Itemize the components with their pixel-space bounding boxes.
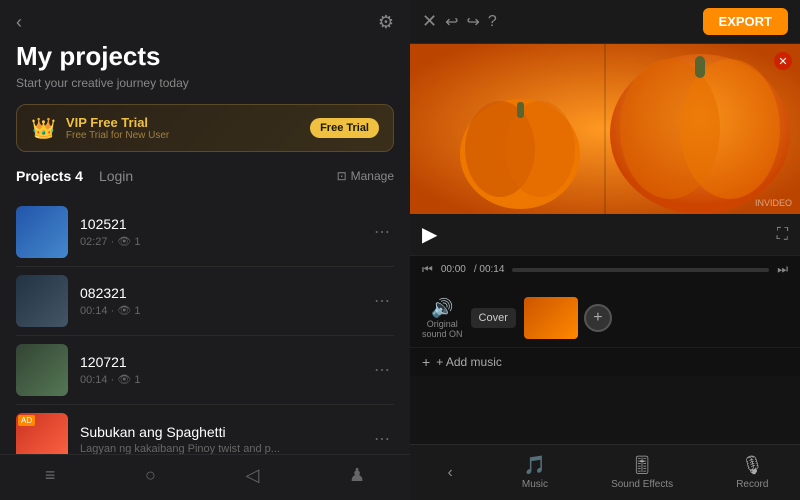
manage-label: Manage: [351, 169, 394, 183]
manage-button[interactable]: ⊡ Manage: [337, 169, 394, 183]
timeline-ruler: ⏮ 00:00 / 00:14 ⏭: [422, 262, 788, 277]
vip-subtitle: Free Trial for New User: [66, 130, 310, 141]
project-info: 120721 00:14 · 👁 1: [80, 354, 370, 386]
chevron-left-button[interactable]: ‹: [442, 464, 459, 482]
sound-effects-label: Sound Effects: [611, 479, 673, 490]
vip-banner[interactable]: 👑 VIP Free Trial Free Trial for New User…: [16, 104, 394, 152]
error-badge: ✕: [774, 52, 792, 70]
project-item[interactable]: 082321 00:14 · 👁 1 ⋯: [16, 267, 394, 336]
manage-icon: ⊡: [337, 169, 347, 183]
page-title: My projects: [16, 41, 394, 72]
sound-effects-icon: 🎚: [631, 455, 654, 476]
music-icon: 🎵: [524, 455, 546, 476]
transport-bar: ▶ ⛶: [410, 214, 800, 255]
projects-bar: Projects 4 Login ⊡ Manage: [16, 168, 394, 184]
ad-badge: AD: [18, 415, 35, 426]
record-icon: 🎙: [741, 455, 764, 476]
project-name: 120721: [80, 354, 370, 370]
right-header: ✕ ↩ ↪ ? EXPORT: [410, 0, 800, 44]
add-clip-button[interactable]: +: [584, 304, 612, 332]
project-meta: 00:14 · 👁 1: [80, 373, 370, 386]
sound-label: Originalsound ON: [422, 319, 463, 339]
sound-row: 🔊 Originalsound ON Cover +: [410, 289, 800, 347]
project-more-button[interactable]: ⋯: [370, 425, 394, 453]
cover-button[interactable]: Cover: [471, 308, 516, 328]
nav-menu-icon[interactable]: ≡: [45, 465, 56, 486]
music-tool[interactable]: 🎵 Music: [522, 455, 548, 490]
vip-crown-icon: 👑: [31, 116, 56, 141]
project-name: 082321: [80, 285, 370, 301]
project-info: Subukan ang Spaghetti Lagyan ng kakaiban…: [80, 424, 370, 455]
project-thumbnail: AD: [16, 413, 68, 454]
vip-free-trial-button[interactable]: Free Trial: [310, 118, 379, 138]
project-meta: 02:27 · 👁 1: [80, 235, 370, 248]
project-desc: Lagyan ng kakaibang Pinoy twist and p...: [80, 443, 280, 455]
sound-effects-tool[interactable]: 🎚 Sound Effects: [611, 455, 673, 490]
project-more-button[interactable]: ⋯: [370, 218, 394, 246]
help-button[interactable]: ?: [488, 13, 497, 31]
project-info: 082321 00:14 · 👁 1: [80, 285, 370, 317]
original-sound-block[interactable]: 🔊 Originalsound ON: [422, 298, 463, 339]
skip-back-icon[interactable]: ⏮: [422, 262, 433, 277]
record-tool[interactable]: 🎙 Record: [736, 455, 768, 490]
project-thumbnail: [16, 344, 68, 396]
timeline-bar[interactable]: [512, 268, 769, 272]
clip-row: +: [524, 297, 788, 339]
left-panel: ‹ ⚙ My projects Start your creative jour…: [0, 0, 410, 500]
project-thumbnail: [16, 206, 68, 258]
bottom-tools: ‹ 🎵 Music 🎚 Sound Effects 🎙 Record: [410, 444, 800, 500]
projects-count: Projects 4: [16, 168, 83, 184]
video-clip[interactable]: [524, 297, 578, 339]
add-music-plus-icon: +: [422, 354, 430, 370]
skip-forward-icon[interactable]: ⏭: [777, 262, 788, 277]
play-button[interactable]: ▶: [422, 222, 437, 247]
vip-text: VIP Free Trial Free Trial for New User: [66, 115, 310, 141]
nav-profile-icon[interactable]: ♟: [349, 465, 365, 486]
export-button[interactable]: EXPORT: [703, 8, 788, 35]
login-button[interactable]: Login: [99, 168, 133, 184]
time-current: 00:00: [441, 264, 466, 275]
preview-image: [410, 44, 800, 214]
vip-title: VIP Free Trial: [66, 115, 310, 130]
right-panel: ✕ ↩ ↪ ? EXPORT: [410, 0, 800, 500]
project-name: 102521: [80, 216, 370, 232]
record-label: Record: [736, 479, 768, 490]
close-button[interactable]: ✕: [422, 11, 437, 32]
music-label: Music: [522, 479, 548, 490]
project-item[interactable]: 120721 00:14 · 👁 1 ⋯: [16, 336, 394, 405]
project-more-button[interactable]: ⋯: [370, 287, 394, 315]
project-name: Subukan ang Spaghetti: [80, 424, 370, 440]
redo-button[interactable]: ↪: [467, 12, 480, 32]
time-total: / 00:14: [474, 264, 505, 275]
undo-button[interactable]: ↩: [445, 12, 458, 32]
left-header: ‹ ⚙: [0, 0, 410, 41]
left-content: My projects Start your creative journey …: [0, 41, 410, 454]
bottom-nav: ≡ ○ ◁ ♟: [0, 454, 410, 500]
project-item[interactable]: AD Subukan ang Spaghetti Lagyan ng kakai…: [16, 405, 394, 454]
watermark: INVIDEO: [755, 198, 792, 208]
add-music-label: + Add music: [436, 355, 502, 369]
project-meta: 00:14 · 👁 1: [80, 304, 370, 317]
video-preview: ✕ INVIDEO: [410, 44, 800, 214]
sound-icon: 🔊: [431, 298, 453, 319]
fullscreen-button[interactable]: ⛶: [777, 226, 788, 244]
nav-back-icon[interactable]: ◁: [246, 465, 260, 486]
settings-icon[interactable]: ⚙: [378, 12, 394, 33]
project-more-button[interactable]: ⋯: [370, 356, 394, 384]
nav-home-icon[interactable]: ○: [145, 465, 156, 486]
add-music-row[interactable]: + + Add music: [410, 347, 800, 376]
timeline-area: ⏮ 00:00 / 00:14 ⏭: [410, 255, 800, 289]
back-button[interactable]: ‹: [16, 12, 22, 33]
project-thumbnail: [16, 275, 68, 327]
project-info: 102521 02:27 · 👁 1: [80, 216, 370, 248]
project-item[interactable]: 102521 02:27 · 👁 1 ⋯: [16, 198, 394, 267]
page-subtitle: Start your creative journey today: [16, 76, 394, 90]
